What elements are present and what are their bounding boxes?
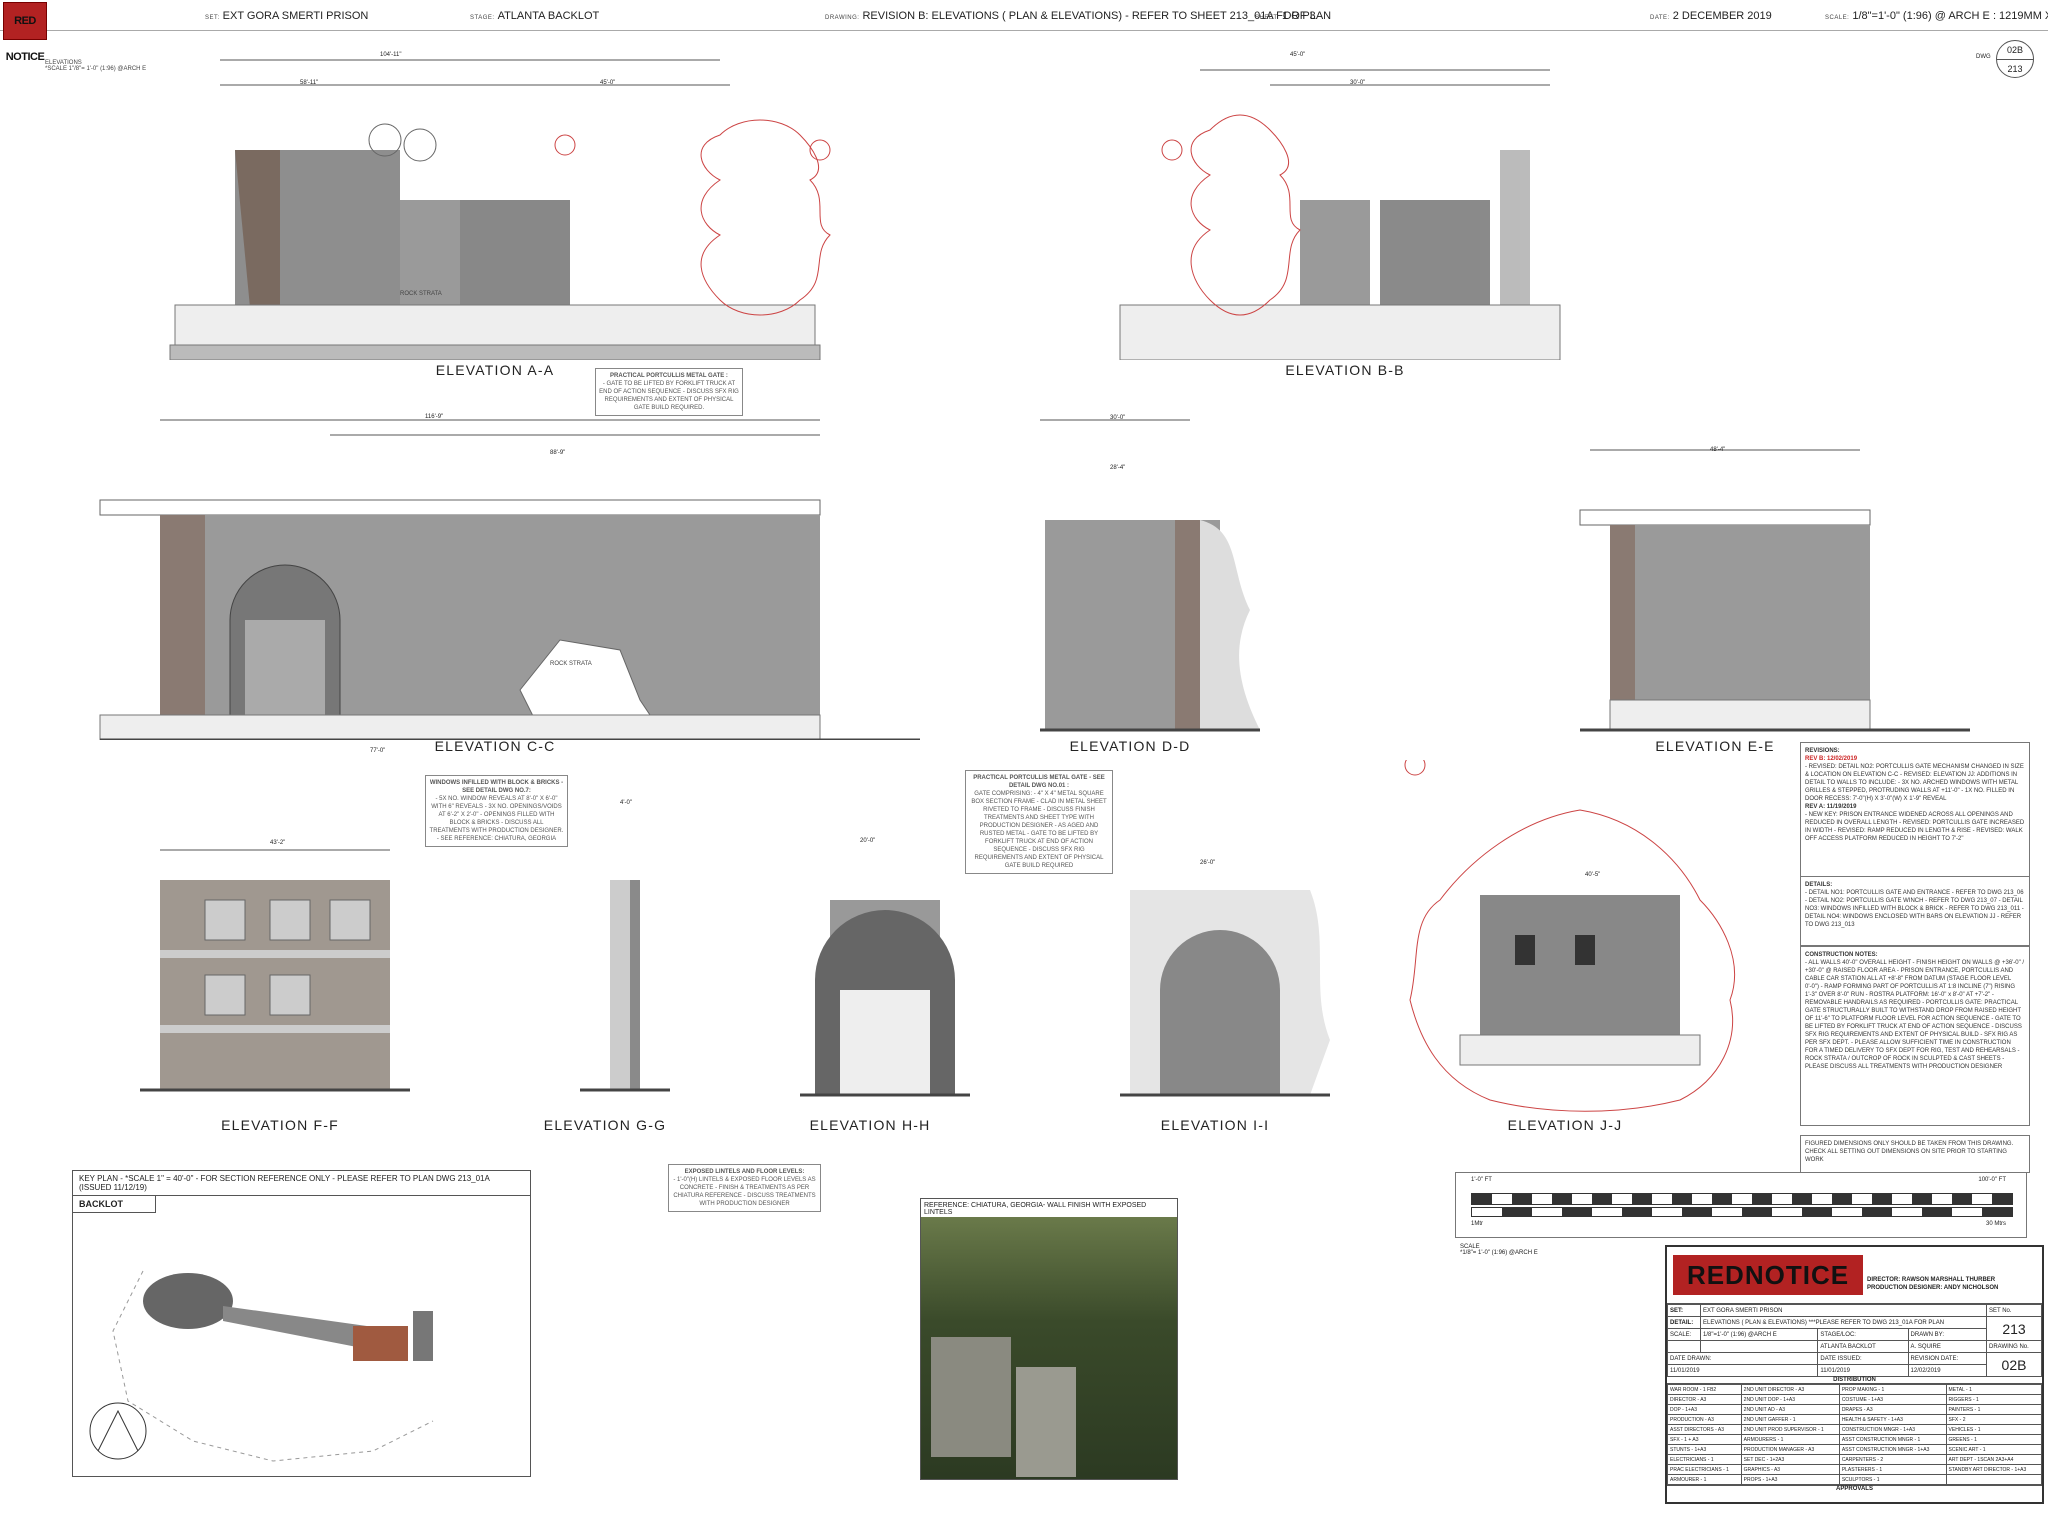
cc-dim-b: 77'-0" — [370, 748, 386, 754]
elevation-cc-drawing: ROCK STRATA — [99, 419, 920, 740]
distribution-row: ASST DIRECTORS - A3 2ND UNIT PROD SUPERVI… — [1667, 1424, 2043, 1435]
aa-dim-b: 45'-0" — [600, 80, 616, 86]
title-block: REDNOTICE DIRECTOR: RAWSON MARSHALL THUR… — [1665, 1245, 2044, 1504]
elevation-dd-drawing — [1040, 419, 1260, 732]
header-stage: STAGE: ATLANTA BACKLOT — [470, 10, 600, 22]
chiatura-reference-image — [921, 1217, 1177, 1479]
bb-dim-total: 45'-0" — [1290, 52, 1306, 58]
ii-dim-a: 26'-0" — [1200, 860, 1216, 866]
figured-dimensions-note: FIGURED DIMENSIONS ONLY SHOULD BE TAKEN … — [1800, 1135, 2030, 1173]
title-block-logo: REDNOTICE — [1673, 1255, 1863, 1295]
sheet-header: RED NOTICE SET: EXT GORA SMERTI PRISON ST… — [0, 0, 2048, 63]
header-scale: SCALE: 1/8"=1'-0" (1:96) @ ARCH E : 1219M… — [1825, 10, 2048, 22]
distribution-row: SFX - 1 + A3 ARMOURERS - 1 ASST CONSTRUCTI… — [1667, 1434, 2043, 1445]
elevation-ii-title: ELEVATION I-I — [1160, 1117, 1270, 1133]
elevation-bb-title: ELEVATION B-B — [1285, 362, 1405, 378]
details-panel: DETAILS: - DETAIL NO1: PORTCULLIS GATE A… — [1800, 876, 2030, 946]
elevation-jj-title: ELEVATION J-J — [1507, 1117, 1623, 1133]
cc-dim-a: 88'-9" — [550, 450, 566, 456]
gg-dim-a: 4'-0" — [620, 800, 632, 806]
elevation-ff-drawing — [140, 849, 410, 1092]
distribution-row: WAR ROOM - 1 FB2 2ND UNIT DIRECTOR - A3 PR… — [1667, 1384, 2043, 1395]
key-plan: KEY PLAN - *SCALE 1" = 40'-0" - FOR SECT… — [72, 1170, 531, 1477]
distribution-row: PRODUCTION - A3 2ND UNIT GAFFER - 1 HEALTH… — [1667, 1414, 2043, 1425]
elevation-bb-drawing — [1119, 69, 1561, 360]
distribution-row: DOP - 1+A3 2ND UNIT AD - A3 DRAPES - A3 PAI… — [1667, 1404, 2043, 1415]
aa-dim-total: 104'-11" — [380, 52, 402, 58]
elevation-gg-drawing — [580, 880, 670, 1092]
svg-text:ROCK STRATA: ROCK STRATA — [400, 291, 442, 297]
elevation-hh-title: ELEVATION H-H — [809, 1117, 931, 1133]
distribution-row: DIRECTOR - A3 2ND UNIT DOP - 1+A3 COSTUME … — [1667, 1394, 2043, 1405]
distribution-row: PRAC ELECTRICIANS - 1 GRAPHICS - A3 PLASTE… — [1667, 1464, 2043, 1475]
revisions-panel: REVISIONS: REV B: 12/02/2019 - REVISED: … — [1800, 742, 2030, 877]
distribution-row: STUNTS - 1+A3 PRODUCTION MANAGER - A3 ASST… — [1667, 1444, 2043, 1455]
hh-dim-a: 20'-0" — [860, 838, 876, 844]
ee-dim-a: 48'-4" — [1710, 447, 1726, 453]
elevation-ee-drawing — [1579, 449, 1970, 732]
elevation-ii-drawing — [1120, 890, 1330, 1097]
svg-text:ROCK STRATA: ROCK STRATA — [550, 661, 592, 667]
dd-dim-a: 30'-0" — [1110, 415, 1126, 421]
ff-dim-a: 43'-2" — [270, 840, 286, 846]
elevation-hh-drawing — [800, 900, 970, 1097]
construction-notes-panel: CONSTRUCTION NOTES: - ALL WALLS 40'-0" O… — [1800, 946, 2030, 1126]
scale-bar: 1'-0" FT 100'-0" FT 1Mtr 30 Mtrs — [1455, 1172, 2027, 1238]
header-date: DATE: 2 DECEMBER 2019 — [1650, 10, 1772, 22]
lintels-note: EXPOSED LINTELS AND FLOOR LEVELS: - 1'-0… — [668, 1164, 821, 1212]
red-notice-logo: RED NOTICE — [3, 2, 47, 63]
scale-note: SCALE *1/8"= 1'-0" (1:96) @ARCH E — [1460, 1244, 1538, 1256]
elevation-ee-title: ELEVATION E-E — [1655, 738, 1775, 754]
aa-dim-a: 58'-11" — [300, 80, 319, 86]
elevation-gg-title: ELEVATION G-G — [543, 1117, 667, 1133]
dwg-badge: 02B 213 DWG — [1976, 40, 2036, 110]
jj-dim-a: 40'-5" — [1585, 872, 1601, 878]
distribution-table: WAR ROOM - 1 FB2 2ND UNIT DIRECTOR - A3 PR… — [1667, 1384, 2043, 1485]
elevation-aa-title: ELEVATION A-A — [435, 362, 555, 378]
elevation-jj-drawing — [1404, 760, 1735, 1112]
elevation-ff-title: ELEVATION F-F — [221, 1117, 339, 1133]
elevation-cc-title: ELEVATION C-C — [434, 738, 556, 754]
header-sheet: SHEET: 1 OF 3 — [1255, 10, 1316, 22]
reference-photo-panel: REFERENCE: CHIATURA, GEORGIA- WALL FINIS… — [920, 1198, 1178, 1480]
dd-dim-b: 28'-4" — [1110, 465, 1126, 471]
header-set: SET: EXT GORA SMERTI PRISON — [205, 10, 369, 22]
elevation-aa-drawing: ROCK STRATA — [169, 59, 831, 360]
elevation-dd-title: ELEVATION D-D — [1069, 738, 1191, 754]
distribution-row: ELECTRICIANS - 1 SET DEC - 1+2A3 CARPENTER… — [1667, 1454, 2043, 1465]
bb-dim-a: 30'-0" — [1350, 80, 1366, 86]
distribution-row: ARMOURER - 1 PROPS - 1+A3 SCULPTORS - 1 — [1667, 1474, 2043, 1485]
cc-dim-total: 116'-9" — [425, 414, 444, 420]
